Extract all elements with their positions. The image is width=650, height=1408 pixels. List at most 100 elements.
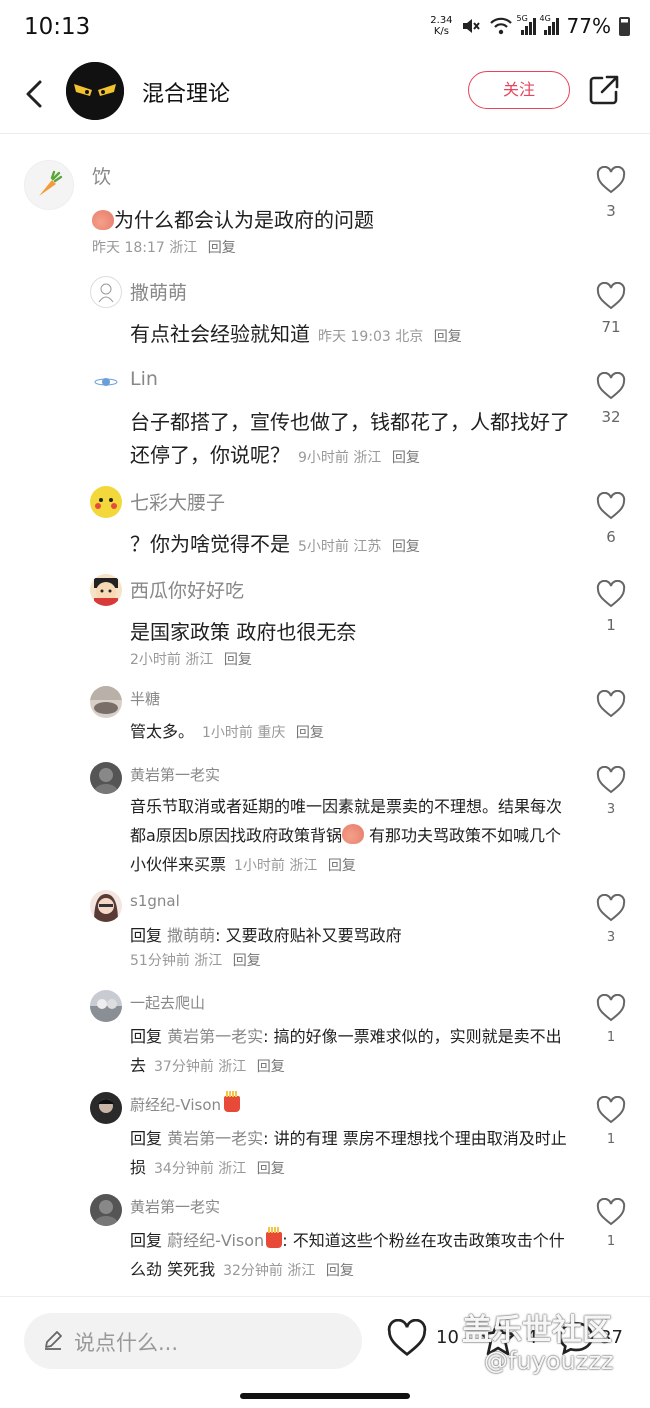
like-count: 6 (606, 528, 616, 546)
signal-5g-label: 5G (516, 14, 528, 23)
cartoon-boy-icon (94, 578, 118, 606)
avatar[interactable] (90, 1194, 122, 1226)
avatar[interactable] (90, 762, 122, 794)
reply-button[interactable]: 回复 (257, 1059, 285, 1075)
comment-text: 音乐节取消或者延期的唯一因素就是票卖的不理想。结果每次都a原因b原因找政府政策背… (130, 792, 570, 881)
comment-username[interactable]: Lin (130, 368, 158, 390)
fries-emoji-icon (266, 1227, 283, 1248)
reply-button[interactable]: 回复 (257, 1161, 285, 1177)
heart-icon[interactable] (386, 1319, 428, 1357)
header: 混合理论 关注 (0, 58, 650, 134)
comment-username[interactable]: 七彩大腰子 (130, 488, 225, 515)
reply-button[interactable]: 回复 (392, 450, 420, 466)
like-button[interactable]: 1 (594, 1198, 628, 1249)
avatar[interactable] (24, 160, 74, 210)
comment-placeholder: 说点什么... (74, 1331, 179, 1355)
avatar[interactable] (90, 686, 122, 718)
like-button[interactable]: 32 (594, 372, 628, 426)
comment-username[interactable]: 西瓜你好好吃 (130, 576, 244, 603)
comment-text: 回复 黄岩第一老实: 讲的有理 票房不理想找个理由取消及时止损 34分钟前 浙江 … (130, 1129, 567, 1177)
avatar[interactable] (90, 366, 122, 398)
signal-4g-label: 4G (539, 14, 551, 23)
pen-icon (45, 1331, 62, 1350)
reply-button[interactable]: 回复 (328, 858, 356, 874)
share-icon[interactable] (586, 72, 622, 108)
like-button[interactable]: 1 (594, 994, 628, 1045)
comment-username[interactable]: 黄岩第一老实 (130, 764, 220, 785)
comment-reply: 七彩大腰子 ？你为啥觉得不是 5小时前 江苏 回复 6 (0, 482, 650, 562)
comment-time: 1小时前 (202, 725, 253, 741)
reply-button[interactable]: 回复 (296, 725, 324, 741)
reply-to-user[interactable]: 黄岩第一老实 (167, 1129, 263, 1148)
heart-icon (596, 372, 626, 400)
heart-icon (596, 994, 626, 1022)
battery-icon (619, 16, 630, 36)
status-bar: 10:13 2.34 K/s 5G 4G 77% (0, 0, 650, 58)
comment-input[interactable]: 说点什么... (24, 1313, 362, 1369)
planet-icon (94, 378, 118, 386)
avatar[interactable] (90, 990, 122, 1022)
reply-button[interactable]: 回复 (208, 240, 236, 256)
comment-username[interactable]: 撒萌萌 (130, 278, 187, 305)
reply-prefix: 回复 (130, 1129, 163, 1148)
reply-to-user-text: 蔚经纪-Vison (167, 1231, 265, 1250)
like-button[interactable]: 3 (594, 894, 628, 945)
reply-button[interactable]: 回复 (392, 539, 420, 555)
heart-icon (596, 580, 626, 608)
comment-text: 是国家政策 政府也很无奈 2小时前 浙江 回复 (130, 616, 590, 669)
heart-icon (596, 894, 626, 922)
comment-username[interactable]: 一起去爬山 (130, 992, 205, 1013)
author-avatar[interactable] (66, 62, 124, 120)
like-button[interactable]: 1 (594, 1096, 628, 1147)
comment-username[interactable]: 黄岩第一老实 (130, 1196, 220, 1217)
status-time: 10:13 (24, 14, 91, 40)
girl-avatar-icon (94, 894, 118, 922)
reply-to-user[interactable]: 蔚经纪-Vison (167, 1227, 283, 1250)
reply-button[interactable]: 回复 (233, 953, 261, 969)
reply-to-user[interactable]: 黄岩第一老实 (167, 1027, 263, 1046)
comment-time: 昨天 18:17 (92, 240, 165, 256)
reply-to-user[interactable]: 撒萌萌 (167, 926, 215, 945)
avatar[interactable] (90, 1092, 122, 1124)
comment-username[interactable]: 半糖 (130, 688, 160, 709)
avatar[interactable] (90, 890, 122, 922)
comment-body: 为什么都会认为是政府的问题 (114, 208, 374, 232)
like-button[interactable]: 1 (594, 580, 628, 634)
reply-button[interactable]: 回复 (224, 652, 252, 668)
comment-username[interactable]: 饮 (92, 162, 111, 189)
bottom-bar: 说点什么... 10 4 37 盖乐世社区 @fuyouzzz (0, 1296, 650, 1408)
comment-reply: Lin 台子都搭了，宣传也做了，钱都花了，人都找好了还停了，你说呢？ 9小时前 浙… (0, 362, 650, 474)
like-button[interactable]: 3 (594, 766, 628, 817)
reply-button[interactable]: 回复 (434, 329, 462, 345)
like-button[interactable]: 71 (594, 282, 628, 336)
comment-meta: 2小时前 浙江 回复 (130, 649, 590, 669)
comment-reply: 黄岩第一老实 音乐节取消或者延期的唯一因素就是票卖的不理想。结果每次都a原因b原… (0, 760, 650, 880)
comment-username[interactable]: 蔚经纪-Vison (130, 1091, 241, 1115)
back-icon[interactable] (20, 74, 50, 114)
comment-reply: 一起去爬山 回复 黄岩第一老实: 搞的好像一票难求似的，实则就是卖不出去 37分钟… (0, 988, 650, 1084)
reply-button[interactable]: 回复 (326, 1263, 354, 1279)
like-button[interactable] (594, 690, 628, 718)
fries-emoji-icon (224, 1091, 241, 1112)
like-button[interactable]: 3 (594, 166, 628, 220)
comment-location: 浙江 (218, 1161, 247, 1177)
net-speed-value: 2.34 (430, 15, 453, 26)
avatar[interactable] (90, 486, 122, 518)
comment-body: ？你为啥觉得不是 (130, 532, 290, 556)
comment-location: 浙江 (287, 1263, 316, 1279)
comment-reply: 西瓜你好好吃 是国家政策 政府也很无奈 2小时前 浙江 回复 1 (0, 570, 650, 670)
post-like-count: 10 (436, 1327, 459, 1348)
comment-time: 2小时前 (130, 652, 181, 668)
avatar[interactable] (90, 574, 122, 606)
follow-button[interactable]: 关注 (468, 71, 570, 109)
home-indicator[interactable] (240, 1393, 410, 1399)
comment-username[interactable]: s1gnal (130, 892, 180, 910)
comment-location: 浙江 (169, 240, 198, 256)
reply-prefix: 回复 (130, 1231, 163, 1250)
reply-prefix: 回复 (130, 1027, 163, 1046)
comment-time: 5小时前 (298, 539, 349, 555)
avatar[interactable] (90, 276, 122, 308)
like-button[interactable]: 6 (594, 492, 628, 546)
comment-meta: 37分钟前 浙江 回复 (154, 1059, 285, 1075)
heart-icon (596, 690, 626, 718)
